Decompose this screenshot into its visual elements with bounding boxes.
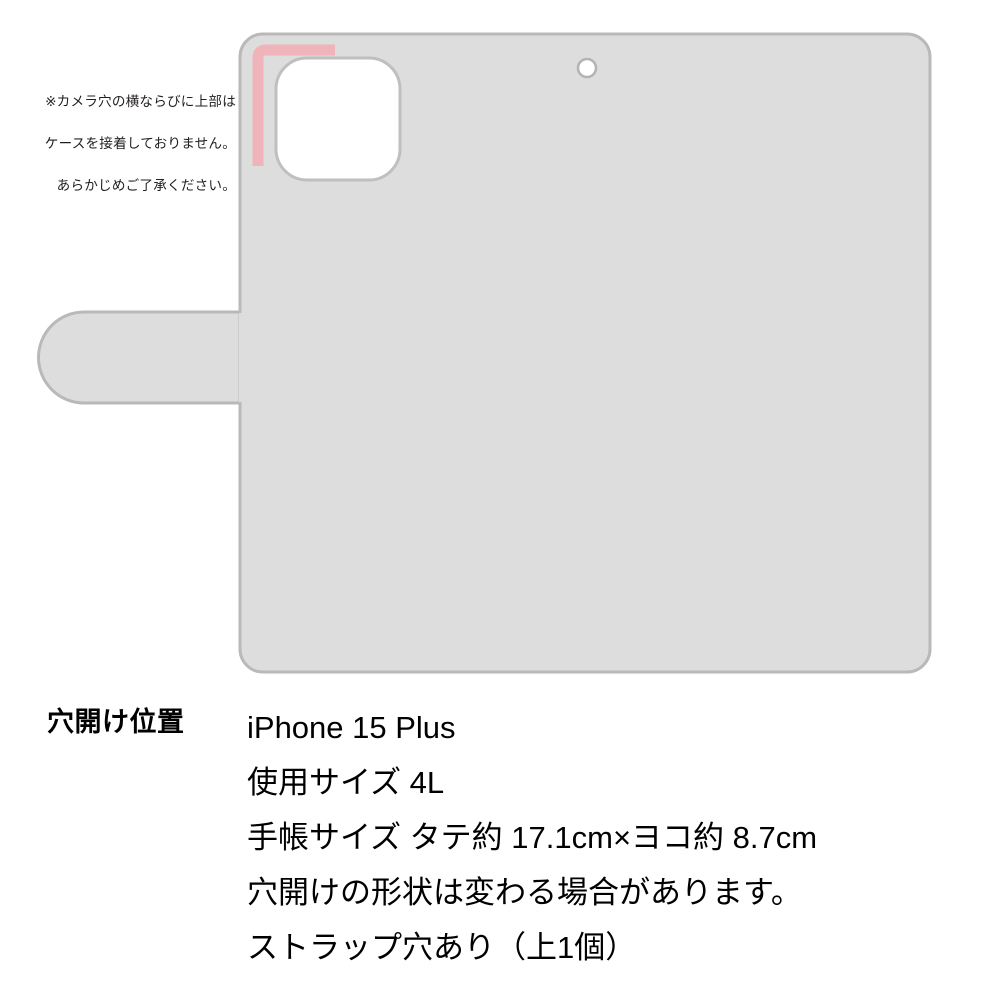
- camera-hole-note-line-3: あらかじめご了承ください。: [56, 178, 236, 193]
- strap-tab-seam: [239, 313, 243, 402]
- camera-hole-note: ※カメラ穴の横ならびに上部は ケースを接着しておりません。 あらかじめご了承くだ…: [8, 70, 236, 217]
- spec-line-dimensions: 手帳サイズ タテ約 17.1cm×ヨコ約 8.7cm: [247, 820, 818, 855]
- camera-hole-note-line-2: ケースを接着しておりません。: [44, 136, 236, 151]
- phone-case-hole-diagram: ※カメラ穴の横ならびに上部は ケースを接着しておりません。 あらかじめご了承くだ…: [0, 0, 1000, 690]
- spec-line-device: iPhone 15 Plus: [247, 710, 456, 745]
- camera-hole-note-line-1: ※カメラ穴の横ならびに上部は: [45, 94, 236, 109]
- product-spec-page: ※カメラ穴の横ならびに上部は ケースを接着しておりません。 あらかじめご了承くだ…: [0, 0, 1000, 1000]
- sensor-hole: [576, 57, 598, 79]
- spec-block: 穴開け位置 iPhone 15 Plus 使用サイズ 4L 手帳サイズ タテ約 …: [0, 700, 1000, 1000]
- spec-line-strap-hole: ストラップ穴あり（上1個）: [247, 930, 637, 965]
- spec-line-size-code: 使用サイズ 4L: [247, 765, 445, 800]
- spec-line-list: iPhone 15 Plus 使用サイズ 4L 手帳サイズ タテ約 17.1cm…: [247, 700, 997, 975]
- spec-line-shape-notice: 穴開けの形状は変わる場合があります。: [247, 875, 802, 910]
- hole-position-label: 穴開け位置: [47, 707, 185, 737]
- camera-cutout: [274, 56, 402, 182]
